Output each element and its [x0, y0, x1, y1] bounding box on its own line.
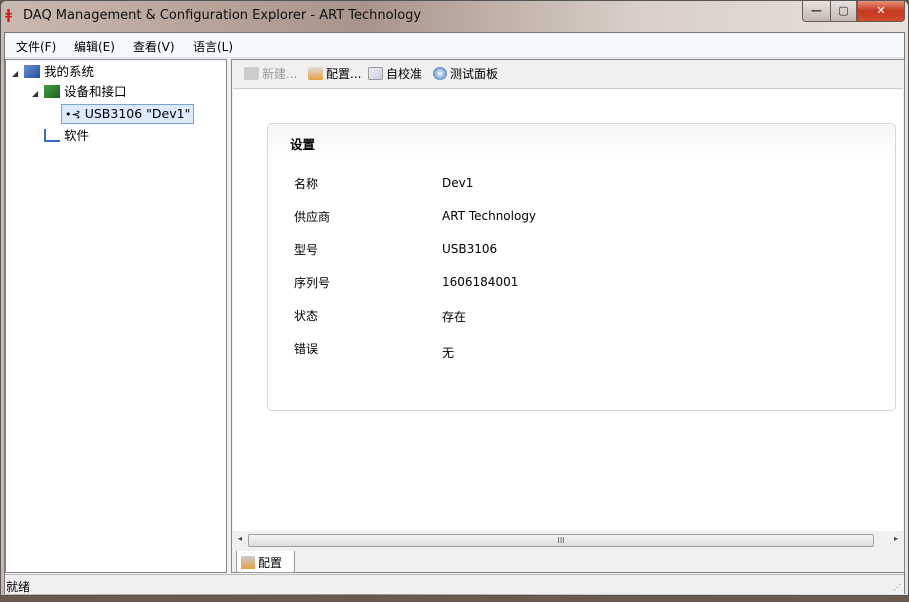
minimize-button[interactable]: — — [802, 1, 831, 22]
app-window: ǂ DAQ Management & Configuration Explore… — [0, 0, 909, 596]
tab-config[interactable]: 配置 — [236, 551, 295, 573]
content-area: 设置 名称 Dev1 供应商 ART Technology 型号 USB3106… — [233, 88, 903, 531]
menu-file[interactable]: 文件(F) — [16, 38, 56, 55]
tree-label: 设备和接口 — [64, 84, 127, 99]
tab-label: 配置 — [258, 556, 283, 570]
new-label: 新建... — [262, 67, 298, 81]
test-panel-label: 测试面板 — [450, 67, 499, 81]
status-text: 就绪 — [6, 580, 31, 594]
tab-bar: 配置 — [232, 550, 904, 574]
tree-item-my-system[interactable]: ◢ 我的系统 — [12, 63, 94, 81]
status-label: 状态 — [294, 309, 319, 323]
error-label: 错误 — [294, 342, 319, 356]
menu-language[interactable]: 语言(L) — [193, 38, 233, 55]
software-icon — [44, 129, 60, 142]
computer-icon — [24, 65, 40, 78]
close-button[interactable]: ✕ — [857, 1, 905, 22]
serial-label: 序列号 — [294, 276, 331, 290]
calibrate-label: 自校准 — [386, 67, 423, 81]
new-folder-icon — [244, 67, 259, 80]
tree-item-usb3106[interactable]: •⊰ USB3106 "Dev1" — [61, 104, 195, 124]
tree-label: 我的系统 — [44, 64, 95, 79]
toolbar: 新建... 配置... 自校准 测试面板 — [232, 60, 904, 85]
name-value: Dev1 — [442, 176, 474, 190]
model-value: USB3106 — [442, 242, 498, 256]
error-value: 无 — [442, 346, 455, 360]
menu-view[interactable]: 查看(V) — [133, 38, 175, 55]
tree-item-software[interactable]: 软件 — [44, 127, 89, 145]
expand-arrow-icon[interactable]: ◢ — [12, 65, 24, 83]
tree-item-devices[interactable]: ◢ 设备和接口 — [32, 83, 127, 101]
scroll-thumb[interactable]: III — [248, 534, 874, 547]
app-logo-icon: ǂ — [5, 8, 13, 23]
maximize-button[interactable]: ▢ — [830, 1, 857, 22]
test-panel-button[interactable]: 测试面板 — [433, 65, 498, 82]
vendor-value: ART Technology — [442, 209, 537, 223]
config-button[interactable]: 配置... — [308, 65, 361, 82]
expand-arrow-icon[interactable]: ◢ — [32, 85, 44, 103]
new-button[interactable]: 新建... — [244, 65, 297, 82]
scroll-left-icon[interactable]: ◂ — [238, 534, 242, 543]
self-calibrate-button[interactable]: 自校准 — [368, 65, 422, 82]
config-icon — [241, 556, 255, 569]
system-tree: ◢ 我的系统 ◢ 设备和接口 •⊰ USB3106 "Dev1" 软件 — [5, 59, 227, 573]
details-panel: 新建... 配置... 自校准 测试面板 设置 名称 Dev1 供应商 ART … — [231, 59, 905, 573]
tree-label: USB3106 "Dev1" — [84, 106, 191, 121]
globe-icon — [433, 67, 447, 80]
vendor-label: 供应商 — [294, 210, 331, 224]
menu-bar: 文件(F) 编辑(E) 查看(V) 语言(L) — [5, 33, 904, 58]
client-area: 文件(F) 编辑(E) 查看(V) 语言(L) ◢ 我的系统 ◢ 设备和接口 •⊰ U… — [4, 32, 905, 594]
scroll-right-icon[interactable]: ▸ — [894, 534, 898, 543]
horizontal-scrollbar[interactable]: ◂ III ▸ — [236, 533, 900, 549]
config-icon — [308, 67, 323, 80]
calibrate-icon — [368, 67, 383, 80]
model-label: 型号 — [294, 243, 319, 257]
name-label: 名称 — [294, 177, 319, 191]
device-board-icon — [44, 85, 60, 98]
menu-edit[interactable]: 编辑(E) — [74, 38, 115, 55]
window-title: DAQ Management & Configuration Explorer … — [23, 8, 422, 23]
settings-card: 设置 名称 Dev1 供应商 ART Technology 型号 USB3106… — [267, 123, 896, 411]
tree-label: 软件 — [64, 128, 90, 143]
title-bar[interactable]: ǂ DAQ Management & Configuration Explore… — [1, 1, 908, 32]
config-label: 配置... — [326, 67, 362, 81]
resize-grip-icon[interactable]: ⋰ — [893, 583, 901, 592]
settings-title: 设置 — [290, 137, 316, 152]
status-bar: 就绪 ⋰ — [5, 574, 904, 594]
status-value: 存在 — [442, 310, 467, 324]
usb-icon: •⊰ — [65, 108, 81, 121]
serial-value: 1606184001 — [442, 275, 519, 289]
